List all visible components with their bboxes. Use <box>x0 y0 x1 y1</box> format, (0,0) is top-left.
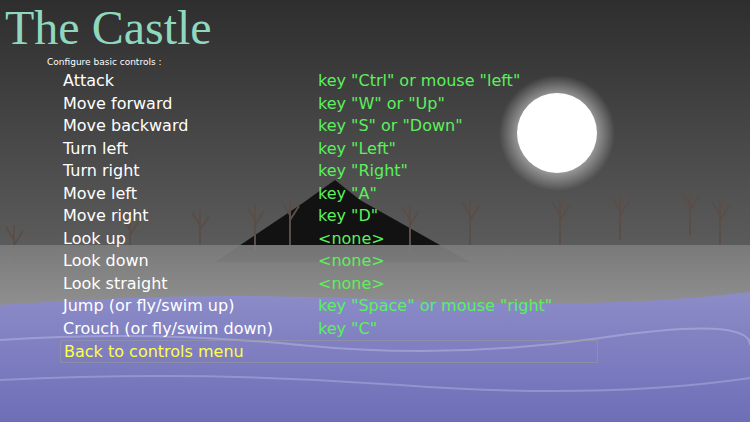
control-binding: <none> <box>318 250 750 273</box>
control-binding: key "Space" or mouse "right" <box>318 295 750 318</box>
control-binding: key "S" or "Down" <box>318 115 750 138</box>
control-label: Jump (or fly/swim up) <box>63 295 318 318</box>
control-binding: key "W" or "Up" <box>318 93 750 116</box>
control-row[interactable]: Attackkey "Ctrl" or mouse "left" <box>0 70 750 93</box>
back-button[interactable]: Back to controls menu <box>60 340 598 363</box>
control-label: Attack <box>63 70 318 93</box>
control-label: Move right <box>63 205 318 228</box>
control-row[interactable]: Move rightkey "D" <box>0 205 750 228</box>
control-binding: key "D" <box>318 205 750 228</box>
control-row[interactable]: Move leftkey "A" <box>0 183 750 206</box>
controls-screen: The CastleConfigure basic controls :Atta… <box>0 0 750 422</box>
control-row[interactable]: Turn leftkey "Left" <box>0 138 750 161</box>
control-label: Move left <box>63 183 318 206</box>
game-title: The Castle <box>0 0 750 54</box>
control-row[interactable]: Look down<none> <box>0 250 750 273</box>
control-row[interactable]: Crouch (or fly/swim down)key "C" <box>0 318 750 341</box>
control-binding: key "Ctrl" or mouse "left" <box>318 70 750 93</box>
control-label: Move forward <box>63 93 318 116</box>
control-row[interactable]: Move forwardkey "W" or "Up" <box>0 93 750 116</box>
control-binding: <none> <box>318 228 750 251</box>
control-binding: key "C" <box>318 318 750 341</box>
menu-subtitle: Configure basic controls : <box>0 54 750 70</box>
control-label: Look up <box>63 228 318 251</box>
control-label: Look down <box>63 250 318 273</box>
control-label: Look straight <box>63 273 318 296</box>
control-label: Turn right <box>63 160 318 183</box>
control-binding: <none> <box>318 273 750 296</box>
control-binding: key "A" <box>318 183 750 206</box>
control-row[interactable]: Look up<none> <box>0 228 750 251</box>
control-binding: key "Right" <box>318 160 750 183</box>
control-label: Crouch (or fly/swim down) <box>63 318 318 341</box>
control-row[interactable]: Turn rightkey "Right" <box>0 160 750 183</box>
control-row[interactable]: Look straight<none> <box>0 273 750 296</box>
control-label: Move backward <box>63 115 318 138</box>
controls-list: Attackkey "Ctrl" or mouse "left"Move for… <box>0 70 750 363</box>
control-binding: key "Left" <box>318 138 750 161</box>
moon-icon <box>517 93 597 173</box>
control-label: Turn left <box>63 138 318 161</box>
control-row[interactable]: Move backwardkey "S" or "Down" <box>0 115 750 138</box>
control-row[interactable]: Jump (or fly/swim up)key "Space" or mous… <box>0 295 750 318</box>
